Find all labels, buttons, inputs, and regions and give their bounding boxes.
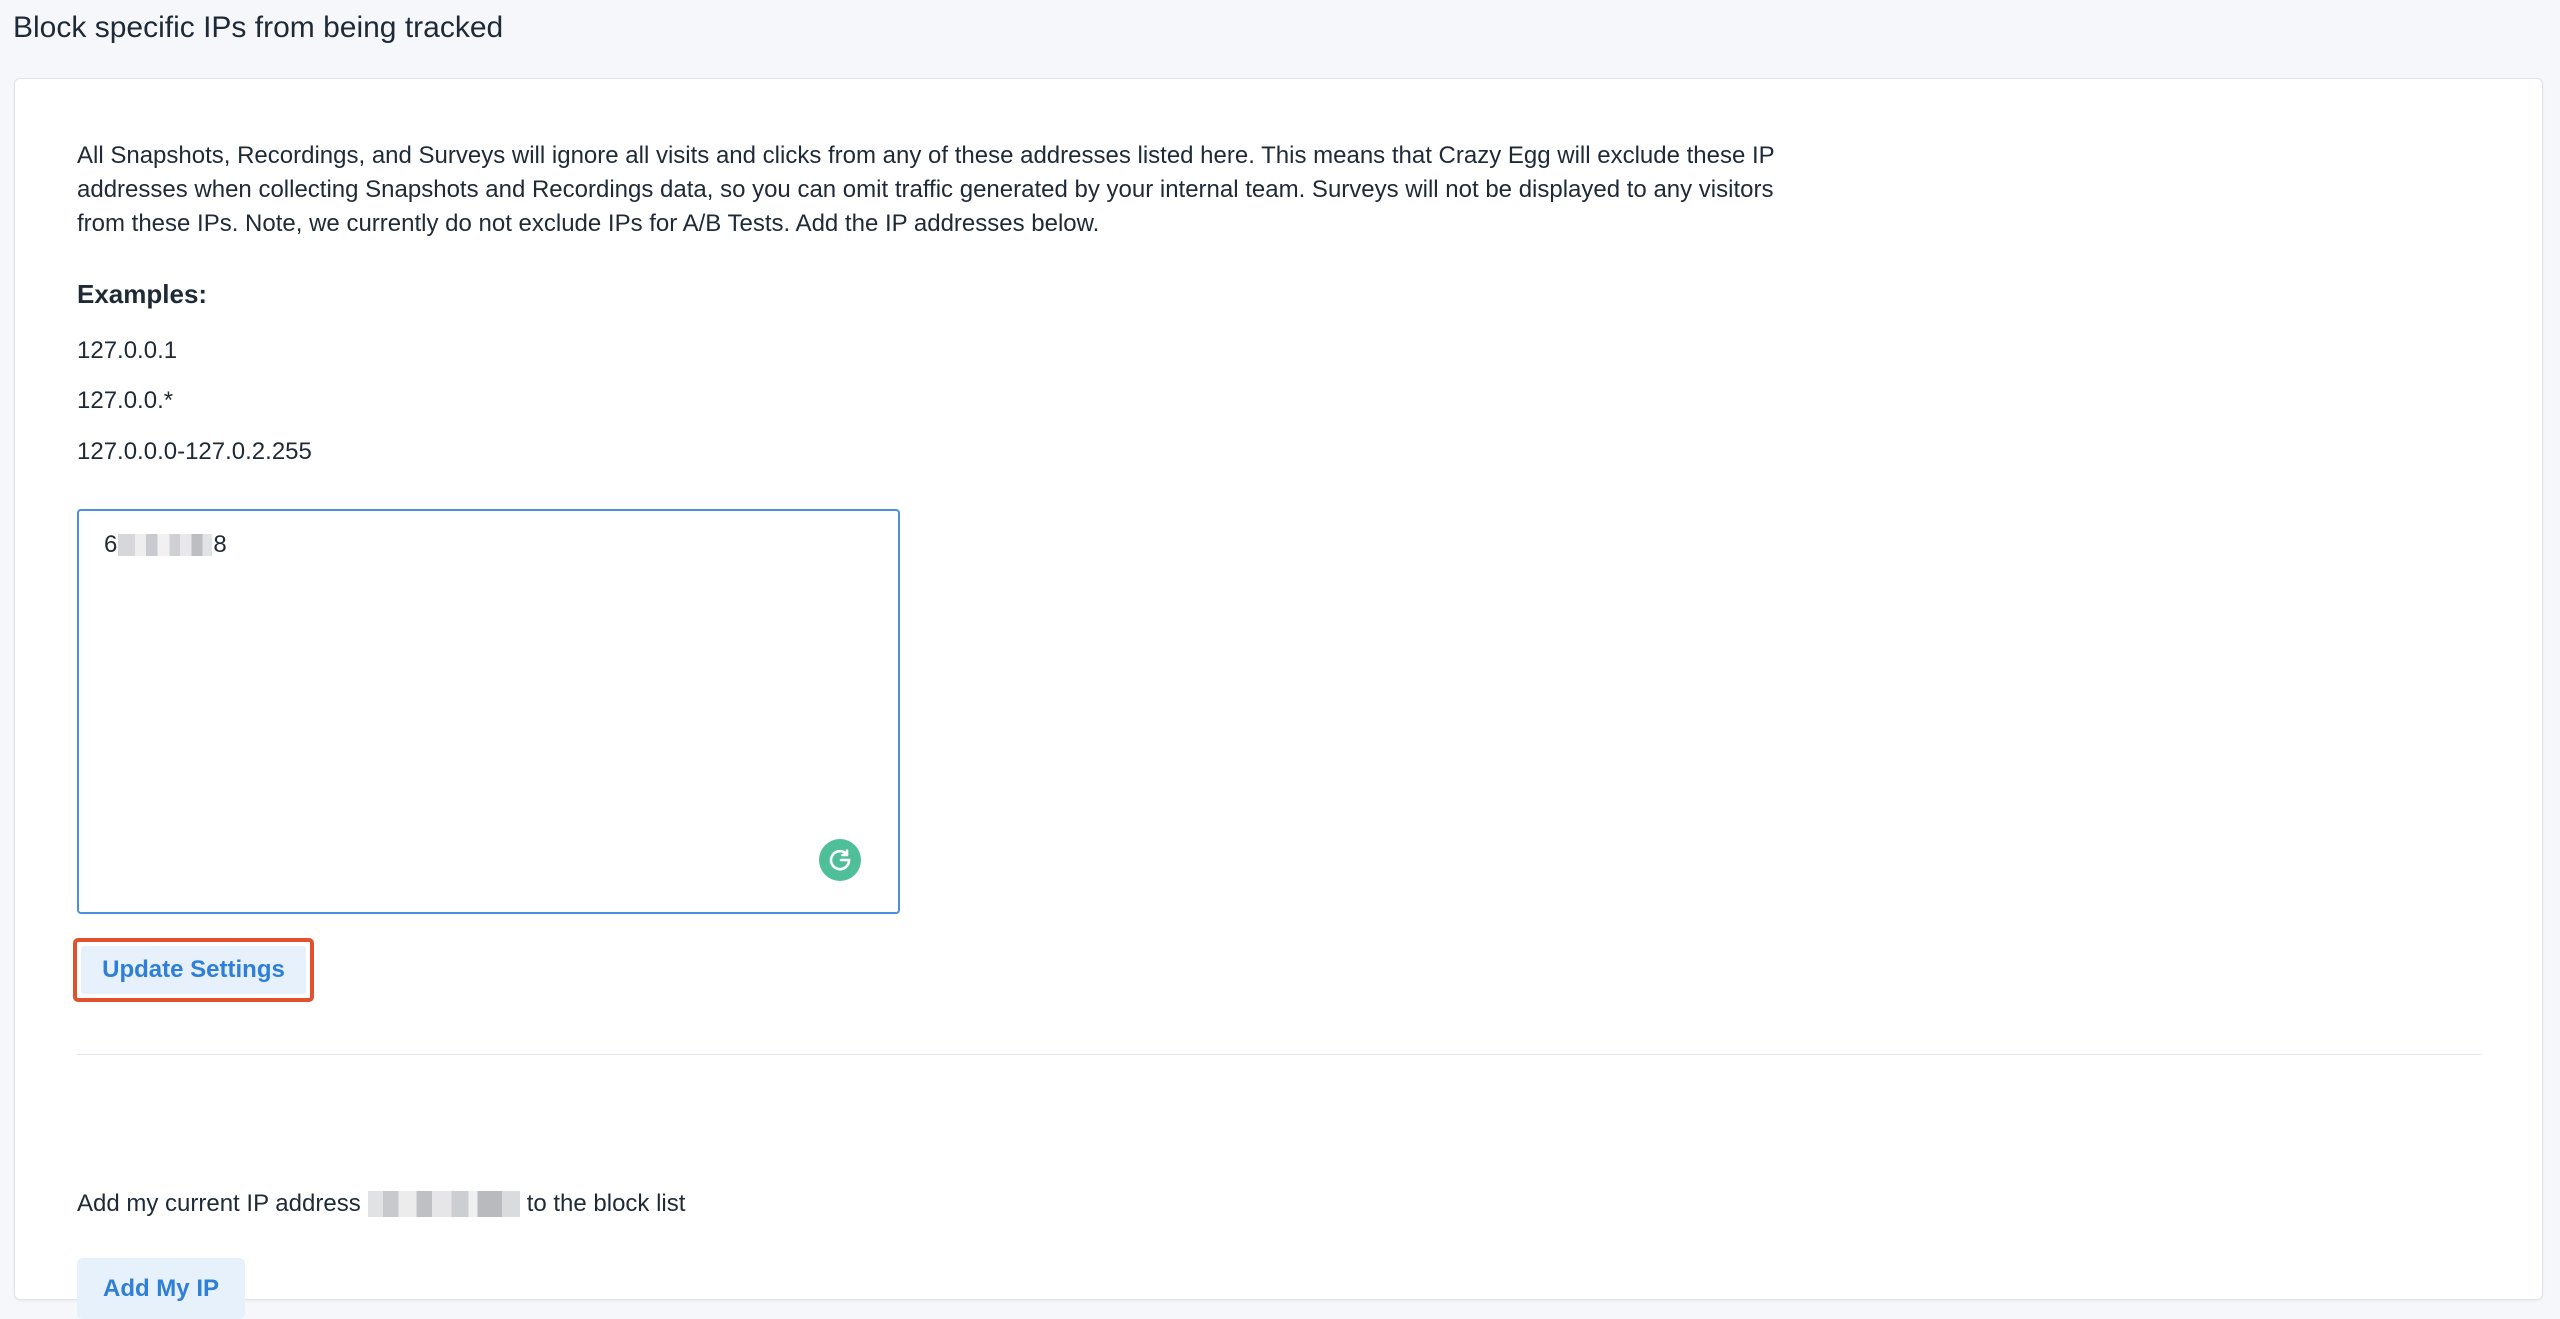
blocked-ip-suffix: 8 bbox=[213, 531, 227, 558]
current-ip-suffix: to the block list bbox=[526, 1190, 686, 1217]
current-ip-prefix: Add my current IP address bbox=[77, 1190, 361, 1217]
blocked-ip-entry: 6 8 bbox=[104, 531, 227, 559]
redacted-current-ip-mask bbox=[367, 1191, 520, 1217]
blocked-ips-textarea[interactable]: 6 8 bbox=[77, 509, 900, 914]
example-ip-wildcard: 127.0.0.* bbox=[77, 387, 174, 414]
update-settings-highlight: Update Settings bbox=[73, 938, 314, 1002]
section-divider bbox=[77, 1054, 2481, 1055]
example-ip-range: 127.0.0.0-127.0.2.255 bbox=[77, 438, 312, 465]
update-settings-button[interactable]: Update Settings bbox=[81, 946, 306, 994]
examples-heading: Examples: bbox=[77, 279, 208, 309]
current-ip-text: Add my current IP address to the block l… bbox=[77, 1190, 685, 1218]
add-my-ip-button[interactable]: Add My IP bbox=[77, 1258, 245, 1319]
redacted-ip-mask bbox=[118, 534, 213, 556]
settings-card: All Snapshots, Recordings, and Surveys w… bbox=[14, 78, 2543, 1319]
page-title: Block specific IPs from being tracked bbox=[13, 11, 504, 44]
blocked-ip-prefix: 6 bbox=[104, 531, 118, 558]
description-text: All Snapshots, Recordings, and Surveys w… bbox=[77, 142, 1775, 237]
example-ip-single: 127.0.0.1 bbox=[77, 337, 178, 364]
grammarly-g-glyph bbox=[829, 849, 851, 871]
grammarly-icon[interactable] bbox=[819, 839, 861, 881]
